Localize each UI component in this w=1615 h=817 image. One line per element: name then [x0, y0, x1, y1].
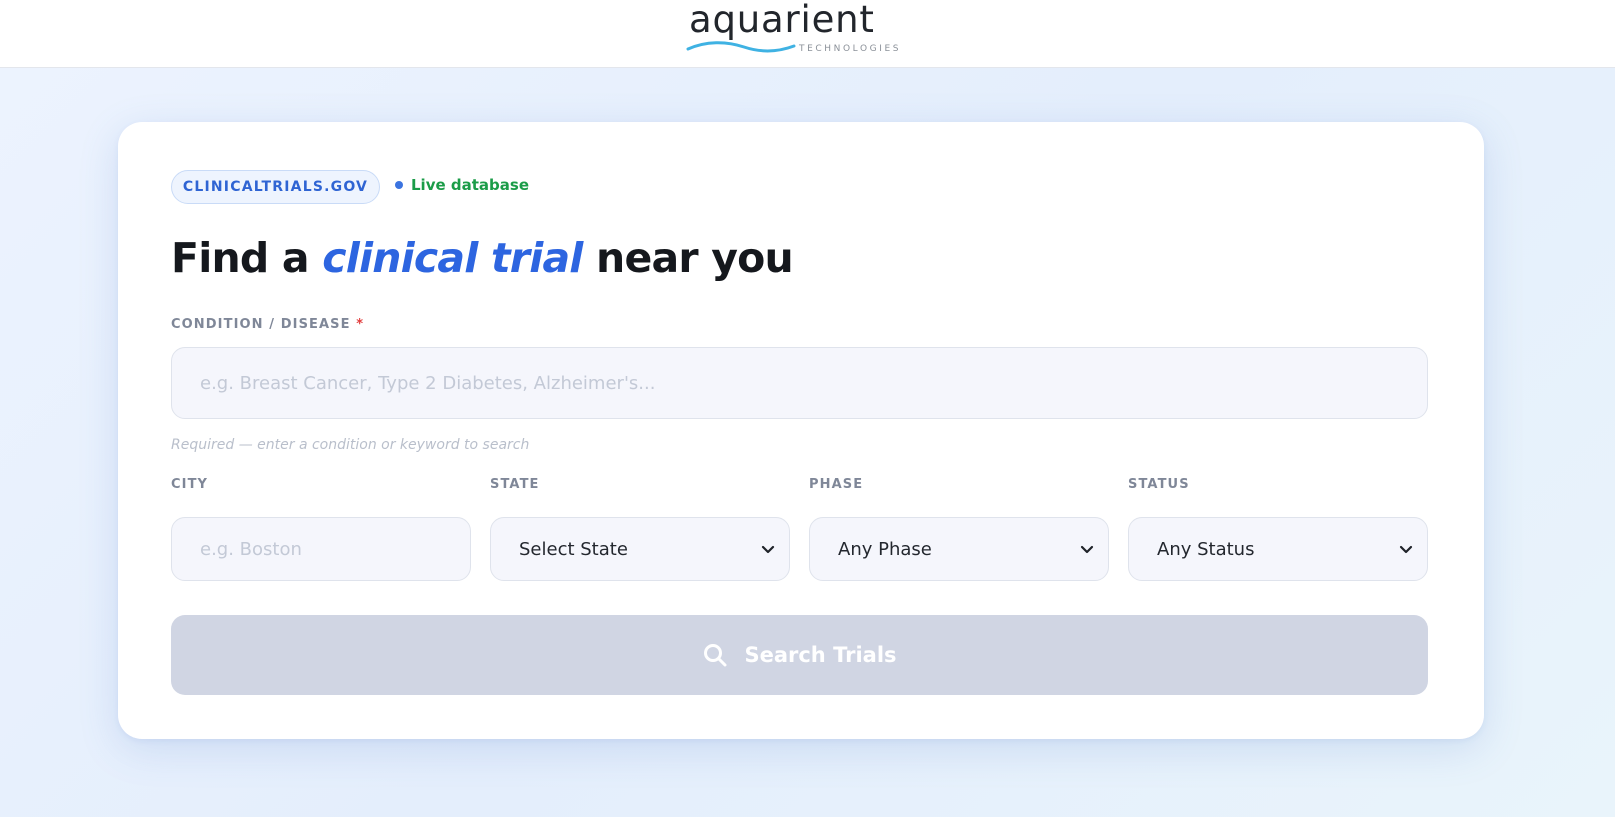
state-select[interactable]: Select State: [490, 517, 790, 581]
condition-hint: Required — enter a condition or keyword …: [171, 437, 530, 453]
title-lead: Find a: [171, 234, 323, 282]
search-button-label: Search Trials: [744, 643, 897, 667]
required-marker: *: [356, 317, 365, 332]
source-badge: CLINICALTRIALS.GOV: [171, 170, 380, 204]
search-icon: [704, 644, 727, 667]
city-input[interactable]: e.g. Boston: [171, 517, 471, 581]
status-selected: Any Status: [1157, 538, 1255, 560]
logo-tagline: TECHNOLOGIES: [799, 44, 902, 54]
phase-label: PHASE: [809, 477, 864, 492]
chevron-down-icon: [1399, 545, 1413, 554]
condition-label: CONDITION / DISEASE *: [171, 317, 364, 332]
status-dot: [395, 181, 403, 189]
page-title: Find a clinical trial near you: [171, 234, 794, 282]
phase-select[interactable]: Any Phase: [809, 517, 1109, 581]
chevron-down-icon: [1080, 545, 1094, 554]
status-label: STATUS: [1128, 477, 1190, 492]
status-select[interactable]: Any Status: [1128, 517, 1428, 581]
state-label: STATE: [490, 477, 540, 492]
live-status-label: Live database: [411, 176, 529, 194]
title-accent: clinical trial: [322, 234, 583, 282]
condition-placeholder: e.g. Breast Cancer, Type 2 Diabetes, Alz…: [200, 372, 656, 394]
city-label: CITY: [171, 477, 209, 492]
chevron-down-icon: [761, 545, 775, 554]
condition-label-text: CONDITION / DISEASE: [171, 317, 351, 332]
search-trials-button[interactable]: Search Trials: [171, 615, 1428, 695]
phase-selected: Any Phase: [838, 538, 932, 560]
condition-input[interactable]: e.g. Breast Cancer, Type 2 Diabetes, Alz…: [171, 347, 1428, 419]
search-card: CLINICALTRIALS.GOV Live database Find a …: [118, 122, 1484, 739]
site-header: aquarient TECHNOLOGIES: [0, 0, 1615, 68]
title-tail: near you: [582, 234, 794, 282]
state-selected: Select State: [519, 538, 628, 560]
logo-wave: [686, 41, 796, 53]
aquarient-logo[interactable]: aquarient TECHNOLOGIES: [686, 0, 916, 60]
live-status: Live database: [395, 176, 529, 194]
logo-wordmark: aquarient: [689, 0, 875, 41]
city-placeholder: e.g. Boston: [200, 538, 302, 560]
